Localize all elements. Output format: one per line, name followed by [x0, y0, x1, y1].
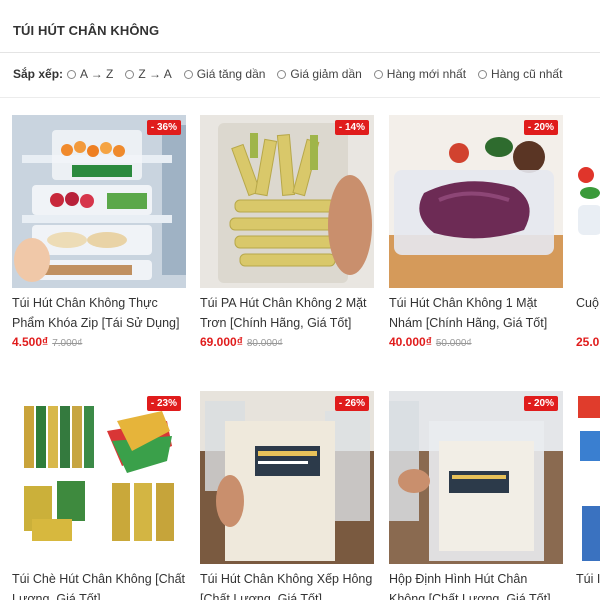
product-name[interactable]: Túi Chè Hút Chân Không [Chất Lượng, Giá … — [12, 569, 186, 600]
product-name[interactable]: Túi PA Hút Chân Không 2 Mặt Trơn [Chính … — [200, 293, 374, 333]
sort-option-price-asc[interactable]: Giá tăng dần — [183, 67, 266, 81]
product-name[interactable]: Túi Hút Chân Không 1 Mặt Nhám [Chính Hãn… — [389, 293, 563, 333]
product-name[interactable]: Túi I — [576, 569, 600, 600]
discount-badge: - 23% — [146, 396, 181, 411]
product-image[interactable]: - 20% — [389, 115, 563, 288]
product-card[interactable]: Cuộ Mặt Tốt] 25.0 — [576, 115, 600, 349]
product-card[interactable]: - 14% Túi PA Hút Chân Không 2 Mặt Trơn [… — [200, 115, 374, 349]
radio-icon[interactable] — [478, 69, 488, 79]
food-zip-bags-in-fridge-image — [12, 115, 186, 288]
discount-badge: - 36% — [146, 120, 181, 135]
product-card[interactable]: Túi I — [576, 391, 600, 600]
radio-icon[interactable] — [277, 69, 287, 79]
discount-badge: - 20% — [523, 396, 558, 411]
product-name[interactable]: Cuộ Mặt Tốt] — [576, 293, 600, 333]
sort-option-z-a[interactable]: Z → A — [125, 67, 172, 81]
product-listing-page: TÚI HÚT CHÂN KHÔNG Sắp xếp: A → Z Z → A … — [0, 0, 600, 600]
discount-badge: - 20% — [523, 120, 558, 135]
price-row: 40.000₫ 50.000₫ — [389, 335, 563, 349]
category-title: TÚI HÚT CHÂN KHÔNG — [13, 23, 160, 38]
product-card[interactable]: - 20% Túi Hút Chân Không 1 Mặt Nhám [Chí… — [389, 115, 563, 349]
product-image[interactable] — [576, 391, 600, 564]
sort-bar: Sắp xếp: A → Z Z → A Giá tăng dần Giá gi… — [13, 65, 574, 83]
sort-option-a-z[interactable]: A → Z — [67, 67, 113, 81]
sort-option-price-desc[interactable]: Giá giảm dần — [277, 67, 362, 81]
tea-vacuum-bags-image — [12, 391, 186, 564]
product-card[interactable]: - 23% Túi Chè Hút Chân Không [Chất Lượng… — [12, 391, 186, 600]
product-old-price: 50.000₫ — [435, 338, 472, 349]
radio-icon[interactable] — [183, 69, 193, 79]
discount-badge: - 26% — [334, 396, 369, 411]
product-image[interactable]: - 14% — [200, 115, 374, 288]
product-price: 40.000₫ — [389, 335, 432, 349]
sort-divider — [0, 97, 600, 98]
product-name[interactable]: Túi Hút Chân Không Thực Phẩm Khóa Zip [T… — [12, 293, 186, 333]
sort-option-label: Giá tăng dần — [196, 67, 266, 81]
sort-option-newest[interactable]: Hàng mới nhất — [373, 67, 467, 81]
rice-shaping-box-image — [389, 391, 563, 564]
sort-option-label: Hàng cũ nhất — [491, 67, 563, 81]
price-row: 69.000₫ 80.000₫ — [200, 335, 374, 349]
sort-option-label: Giá giảm dần — [290, 67, 362, 81]
product-price: 69.000₫ — [200, 335, 243, 349]
sort-label: Sắp xếp: — [13, 67, 64, 81]
sort-option-label: Hàng mới nhất — [386, 67, 467, 81]
product-card[interactable]: - 26% Túi Hút Chân Không Xếp Hông [Chất … — [200, 391, 374, 600]
product-image[interactable]: - 26% — [200, 391, 374, 564]
vacuum-roll-partial-image — [576, 115, 600, 288]
product-price: 4.500₫ — [12, 335, 49, 349]
product-image[interactable]: - 23% — [12, 391, 186, 564]
vacuum-sealed-meat-image — [389, 115, 563, 288]
product-old-price: 80.000₫ — [246, 338, 283, 349]
product-price: 25.0 — [576, 335, 600, 349]
rice-block-bag-image — [200, 391, 374, 564]
discount-badge: - 14% — [334, 120, 369, 135]
radio-icon[interactable] — [67, 69, 77, 79]
product-name[interactable]: Hộp Định Hình Hút Chân Không [Chất Lượng… — [389, 569, 563, 600]
partial-product-image — [576, 391, 600, 564]
product-image[interactable]: - 20% — [389, 391, 563, 564]
product-card[interactable]: - 36% Túi Hút Chân Không Thực Phẩm Khóa … — [12, 115, 186, 349]
bamboo-shoots-in-vacuum-bag-image — [200, 115, 374, 288]
sort-option-label: Z → A — [138, 67, 172, 81]
sort-option-label: A → Z — [80, 67, 114, 81]
product-old-price: 7.000₫ — [52, 338, 83, 349]
product-image[interactable]: - 36% — [12, 115, 186, 288]
sort-option-oldest[interactable]: Hàng cũ nhất — [478, 67, 562, 81]
radio-icon[interactable] — [373, 69, 383, 79]
price-row: 4.500₫ 7.000₫ — [12, 335, 186, 349]
radio-icon[interactable] — [125, 69, 135, 79]
product-card[interactable]: - 20% Hộp Định Hình Hút Chân Không [Chất… — [389, 391, 563, 600]
product-name[interactable]: Túi Hút Chân Không Xếp Hông [Chất Lượng,… — [200, 569, 374, 600]
header-divider — [0, 52, 600, 53]
price-row: 25.0 — [576, 335, 600, 349]
product-image[interactable] — [576, 115, 600, 288]
